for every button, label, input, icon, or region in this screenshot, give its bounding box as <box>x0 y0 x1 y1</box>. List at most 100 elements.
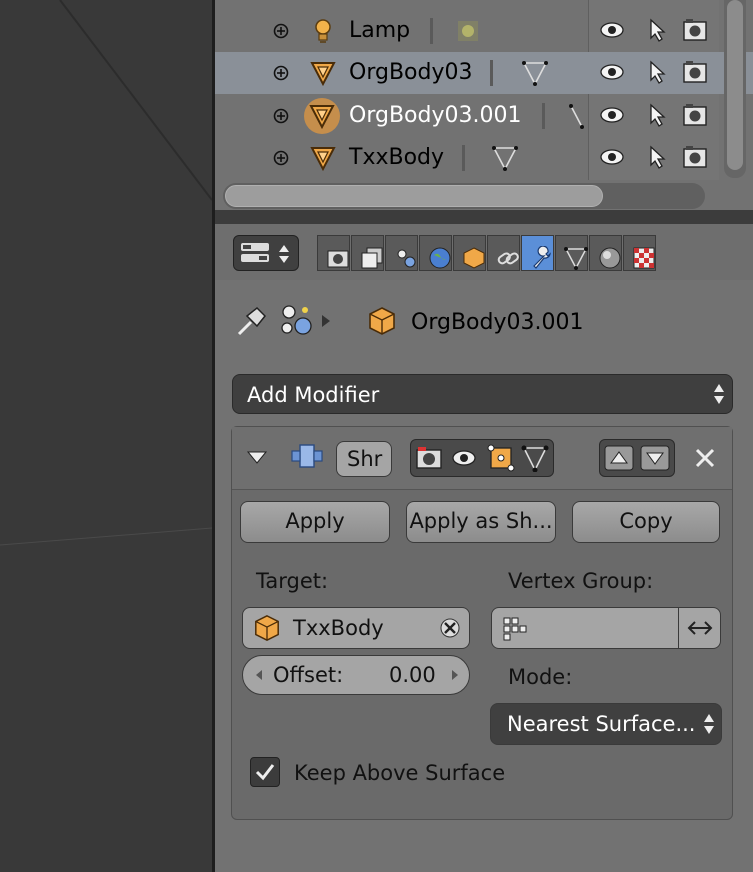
modifier-header: Shr <box>232 427 732 490</box>
eye-icon[interactable] <box>599 102 625 128</box>
cursor-icon[interactable] <box>644 59 670 85</box>
separator <box>462 145 465 171</box>
expand-icon[interactable] <box>273 65 289 81</box>
keep-above-surface-label: Keep Above Surface <box>294 761 506 785</box>
camera-icon[interactable] <box>682 17 708 43</box>
invert-vertex-group-button[interactable] <box>678 608 720 648</box>
outliner-item-label: Lamp <box>349 18 411 43</box>
render-toggle-icon[interactable] <box>415 444 443 472</box>
offset-field[interactable]: Offset: 0.00 <box>242 655 470 695</box>
mesh-data-icon[interactable] <box>520 58 550 88</box>
cursor-icon[interactable] <box>644 17 670 43</box>
vertex-group-icon <box>503 617 527 641</box>
blender-window: Lamp OrgBody03 OrgBody03.001 TxxBody Org… <box>0 0 753 872</box>
scrollbar-thumb[interactable] <box>225 185 603 207</box>
object-icon <box>255 615 279 641</box>
mode-value: Nearest Surface... <box>507 712 696 736</box>
eye-icon[interactable] <box>599 59 625 85</box>
collapse-triangle-icon[interactable] <box>246 449 268 465</box>
tab-constraints[interactable] <box>487 235 520 271</box>
tab-object[interactable] <box>453 235 486 271</box>
increment-arrow-icon[interactable] <box>451 669 459 681</box>
camera-icon[interactable] <box>682 59 708 85</box>
tab-material[interactable] <box>589 235 622 271</box>
mesh-object-active-icon <box>304 98 340 134</box>
tab-render-layers[interactable] <box>351 235 384 271</box>
expand-icon[interactable] <box>273 150 289 166</box>
scrollbar-thumb[interactable] <box>727 0 743 170</box>
move-down-icon[interactable] <box>640 445 670 471</box>
target-label: Target: <box>256 569 329 593</box>
area-divider-horizontal[interactable] <box>215 210 753 224</box>
outliner-horizontal-scrollbar[interactable] <box>223 183 705 209</box>
mesh-object-icon <box>310 62 336 87</box>
viewport-grid-lines <box>0 0 212 546</box>
offset-value: 0.00 <box>389 663 436 687</box>
cursor-icon[interactable] <box>644 144 670 170</box>
tab-modifiers[interactable] <box>521 235 554 271</box>
decrement-arrow-icon[interactable] <box>255 669 263 681</box>
outliner-item-label: OrgBody03.001 <box>349 103 522 128</box>
mesh-data-icon[interactable] <box>490 143 520 173</box>
editor-type-selector[interactable] <box>233 235 299 271</box>
shrinkwrap-modifier-panel: Shr Apply Apply as Sh... Copy Target: Ve… <box>231 426 733 820</box>
invert-arrows-icon <box>687 621 713 635</box>
add-modifier-dropdown[interactable]: Add Modifier <box>232 374 733 414</box>
object-icon <box>369 307 395 335</box>
cage-toggle-icon[interactable] <box>521 444 549 472</box>
pin-icon[interactable] <box>235 304 269 338</box>
mode-dropdown[interactable]: Nearest Surface... <box>490 703 722 745</box>
viewport-toggle-icon[interactable] <box>451 446 477 470</box>
outliner: Lamp OrgBody03 OrgBody03.001 TxxBody <box>215 0 753 210</box>
tab-render[interactable] <box>317 235 350 271</box>
context-object-name: OrgBody03.001 <box>411 310 584 335</box>
outliner-row-lamp[interactable]: Lamp <box>215 10 753 52</box>
tab-data[interactable] <box>555 235 588 271</box>
vertex-group-field[interactable] <box>491 607 721 649</box>
properties-editor: OrgBody03.001 Add Modifier Shr Apply App… <box>215 224 753 872</box>
eye-icon[interactable] <box>599 17 625 43</box>
modifier-display-toggles <box>410 439 554 477</box>
move-up-icon[interactable] <box>604 445 634 471</box>
separator <box>542 103 545 129</box>
updown-arrows-icon <box>279 245 289 263</box>
outliner-row-orgbody03-001[interactable]: OrgBody03.001 <box>215 95 753 137</box>
clear-icon[interactable] <box>439 617 461 639</box>
tab-texture[interactable] <box>623 235 656 271</box>
updown-arrows-icon <box>704 714 714 734</box>
eye-icon[interactable] <box>599 144 625 170</box>
lamp-icon <box>315 19 331 43</box>
tab-world[interactable] <box>419 235 452 271</box>
outliner-row-txxbody[interactable]: TxxBody <box>215 137 753 179</box>
expand-icon[interactable] <box>273 23 289 39</box>
separator <box>430 18 433 44</box>
target-value: TxxBody <box>293 616 384 640</box>
editor-type-icon <box>241 243 269 262</box>
expand-icon[interactable] <box>273 108 289 124</box>
lamp-data-icon[interactable] <box>453 16 483 46</box>
breadcrumb-arrow-icon <box>322 315 330 327</box>
outliner-item-label: TxxBody <box>349 145 445 170</box>
camera-icon[interactable] <box>682 144 708 170</box>
mesh-data-icon[interactable] <box>567 101 597 131</box>
target-field[interactable]: TxxBody <box>242 607 470 649</box>
outliner-row-orgbody03[interactable]: OrgBody03 <box>215 52 753 94</box>
3d-viewport[interactable] <box>0 0 212 872</box>
modifier-name-field[interactable]: Shr <box>336 441 392 477</box>
keep-above-surface-checkbox[interactable] <box>250 757 280 787</box>
copy-button[interactable]: Copy <box>572 501 720 543</box>
outliner-vertical-scrollbar[interactable] <box>724 0 746 178</box>
apply-as-shape-button[interactable]: Apply as Sh... <box>406 501 556 543</box>
vertex-group-label: Vertex Group: <box>508 569 654 593</box>
mesh-object-icon <box>310 147 336 172</box>
cursor-icon[interactable] <box>644 102 670 128</box>
close-icon[interactable] <box>694 447 716 469</box>
updown-arrows-icon <box>714 384 724 404</box>
modifier-move-buttons <box>599 439 675 477</box>
camera-icon[interactable] <box>682 102 708 128</box>
add-modifier-label: Add Modifier <box>247 383 380 407</box>
apply-button[interactable]: Apply <box>240 501 390 543</box>
tab-scene[interactable] <box>385 235 418 271</box>
properties-tab-bar <box>215 224 753 280</box>
editmode-toggle-icon[interactable] <box>487 444 515 472</box>
